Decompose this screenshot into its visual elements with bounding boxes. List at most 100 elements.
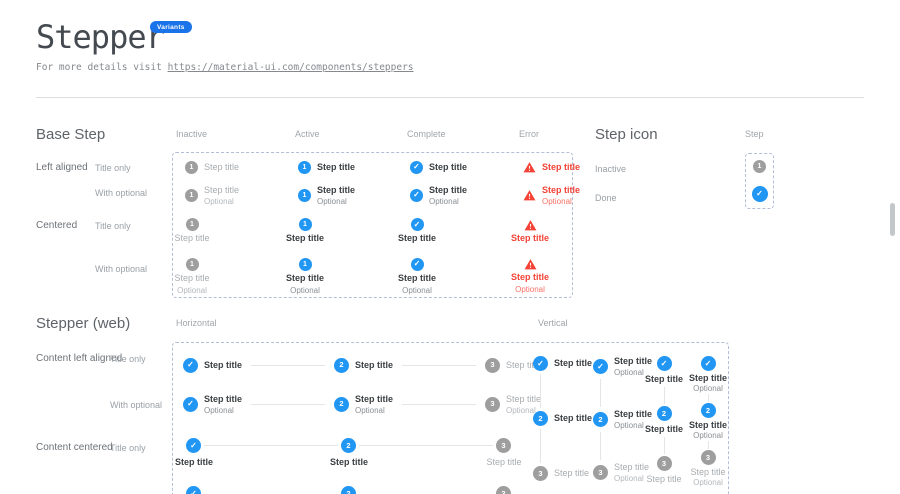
- row-label-centered: Centered: [36, 220, 77, 231]
- check-icon: ✓: [593, 359, 608, 374]
- step-active-left: 1 Step title: [298, 153, 410, 181]
- step-title: Step title: [645, 424, 683, 435]
- connector: [402, 365, 476, 366]
- step-complete: ✓ Step titleOptional: [183, 394, 242, 415]
- step-title: Step title: [355, 394, 393, 405]
- check-icon: ✓: [410, 189, 423, 202]
- step-inactive-left: 1 Step title: [185, 153, 298, 181]
- step-title: Step title: [542, 162, 580, 173]
- step-title: Step title: [165, 457, 223, 468]
- vertical-stepper-centered-with-optional: ✓ Step title Optional 2 Step title Optio…: [679, 356, 737, 487]
- check-icon: ✓: [411, 258, 424, 271]
- step-title: Step title: [689, 373, 727, 384]
- step-number-badge: 1: [185, 161, 198, 174]
- step-number-badge: 2: [533, 411, 548, 426]
- page-title: Stepper: [36, 18, 164, 56]
- section-title-step-icon: Step icon: [595, 126, 658, 143]
- connector: [540, 429, 541, 463]
- connector: [251, 404, 325, 405]
- step-number-badge: 1: [298, 161, 311, 174]
- step-number-badge: 3: [485, 358, 500, 373]
- step-optional: Optional: [515, 285, 545, 294]
- connector: [664, 387, 665, 404]
- step-number-badge: 1: [299, 258, 312, 271]
- step-title: Step title: [554, 413, 592, 424]
- step-active-left-optional: 1 Step titleOptional: [298, 181, 410, 209]
- step-active: 2 Step titleOptional: [334, 394, 393, 415]
- column-header-active: Active: [295, 129, 320, 139]
- base-step-container: 1 Step title 1 Step title ✓ Step title S…: [172, 152, 573, 298]
- horizontal-stepper-centered-partial: ✓ 2 3: [173, 486, 518, 494]
- check-icon: ✓: [752, 186, 768, 202]
- step-number-badge: 1: [186, 258, 199, 271]
- step-optional: Optional: [290, 286, 320, 295]
- warning-icon: [524, 258, 537, 270]
- step-optional: Optional: [204, 197, 239, 206]
- step-active: 2 Step title: [334, 358, 393, 373]
- step-title: Step title: [511, 272, 549, 283]
- variant-label-with-optional: With optional: [95, 188, 147, 198]
- subtitle-text: For more details visit: [36, 62, 162, 73]
- step-inactive-centered-optional: 1 Step title Optional: [165, 253, 219, 299]
- row-label-done: Done: [595, 193, 617, 203]
- step-title: Step title: [554, 468, 589, 479]
- docs-link[interactable]: https://material-ui.com/components/stepp…: [168, 62, 414, 73]
- step-complete-centered: ✓ Step title: [390, 209, 444, 253]
- step-error-left: Step title: [523, 153, 580, 181]
- connector: [402, 404, 476, 405]
- check-icon: ✓: [533, 356, 548, 371]
- variant-label-title-only: Title only: [95, 221, 131, 231]
- step-number-badge: 3: [485, 397, 500, 412]
- step-number-badge: 2: [334, 397, 349, 412]
- step-title: Step title: [286, 233, 324, 244]
- step-complete: ✓ Step title: [183, 358, 242, 373]
- step-complete-left-optional: ✓ Step titleOptional: [410, 181, 523, 209]
- step-number-badge: 3: [496, 486, 511, 494]
- step-number-badge: 3: [701, 450, 716, 465]
- step-number-badge: 2: [334, 358, 349, 373]
- step-active-centered: 1 Step title: [278, 209, 332, 253]
- scrollbar-thumb[interactable]: [890, 203, 895, 236]
- connector: [600, 432, 601, 460]
- connector: [251, 365, 325, 366]
- step-number-badge: 1: [186, 218, 199, 231]
- step-error-centered: Step title: [503, 209, 557, 253]
- step-title: Step title: [286, 273, 324, 284]
- check-icon: ✓: [183, 397, 198, 412]
- column-header-horizontal: Horizontal: [176, 318, 217, 328]
- check-icon: ✓: [186, 486, 201, 494]
- variant-label-with-optional: With optional: [95, 264, 147, 274]
- step-icon-container: 1 ✓: [745, 153, 774, 209]
- step-number-badge: 1: [753, 160, 766, 173]
- step-number-badge: 3: [496, 438, 511, 453]
- connector: [540, 374, 541, 408]
- connector: [359, 445, 493, 446]
- connector: [708, 394, 709, 402]
- step-number-badge: 3: [657, 456, 672, 471]
- connector: [600, 379, 601, 407]
- step-number-badge: 2: [341, 486, 356, 494]
- step-optional: Optional: [693, 431, 723, 440]
- step-number-badge: 2: [593, 412, 608, 427]
- step-optional: Optional: [429, 197, 467, 206]
- step-number-badge: 2: [341, 438, 356, 453]
- step-title: Step title: [204, 394, 242, 405]
- step-title: Step title: [317, 185, 355, 196]
- step-optional: Optional: [693, 478, 723, 487]
- row-label-left-aligned: Left aligned: [36, 162, 88, 173]
- check-icon: ✓: [657, 356, 672, 371]
- connector: [708, 441, 709, 449]
- section-title-base-step: Base Step: [36, 126, 105, 143]
- step-number-badge: 1: [185, 189, 198, 202]
- connector: [664, 437, 665, 454]
- step-complete: ✓ Step title: [533, 356, 592, 371]
- check-icon: ✓: [410, 161, 423, 174]
- step-optional: Optional: [693, 384, 723, 393]
- step-number-badge: 1: [298, 189, 311, 202]
- vertical-stepper-title-only: ✓ Step title 2 Step title 3 Step title: [533, 356, 592, 481]
- stepper-web-container: ✓ Step title 2 Step title 3 Step title ✓…: [172, 342, 729, 494]
- row-label-inactive: Inactive: [595, 164, 626, 174]
- column-header-error: Error: [519, 129, 539, 139]
- step-number-badge: 3: [533, 466, 548, 481]
- step-error-centered-optional: Step title Optional: [503, 253, 557, 299]
